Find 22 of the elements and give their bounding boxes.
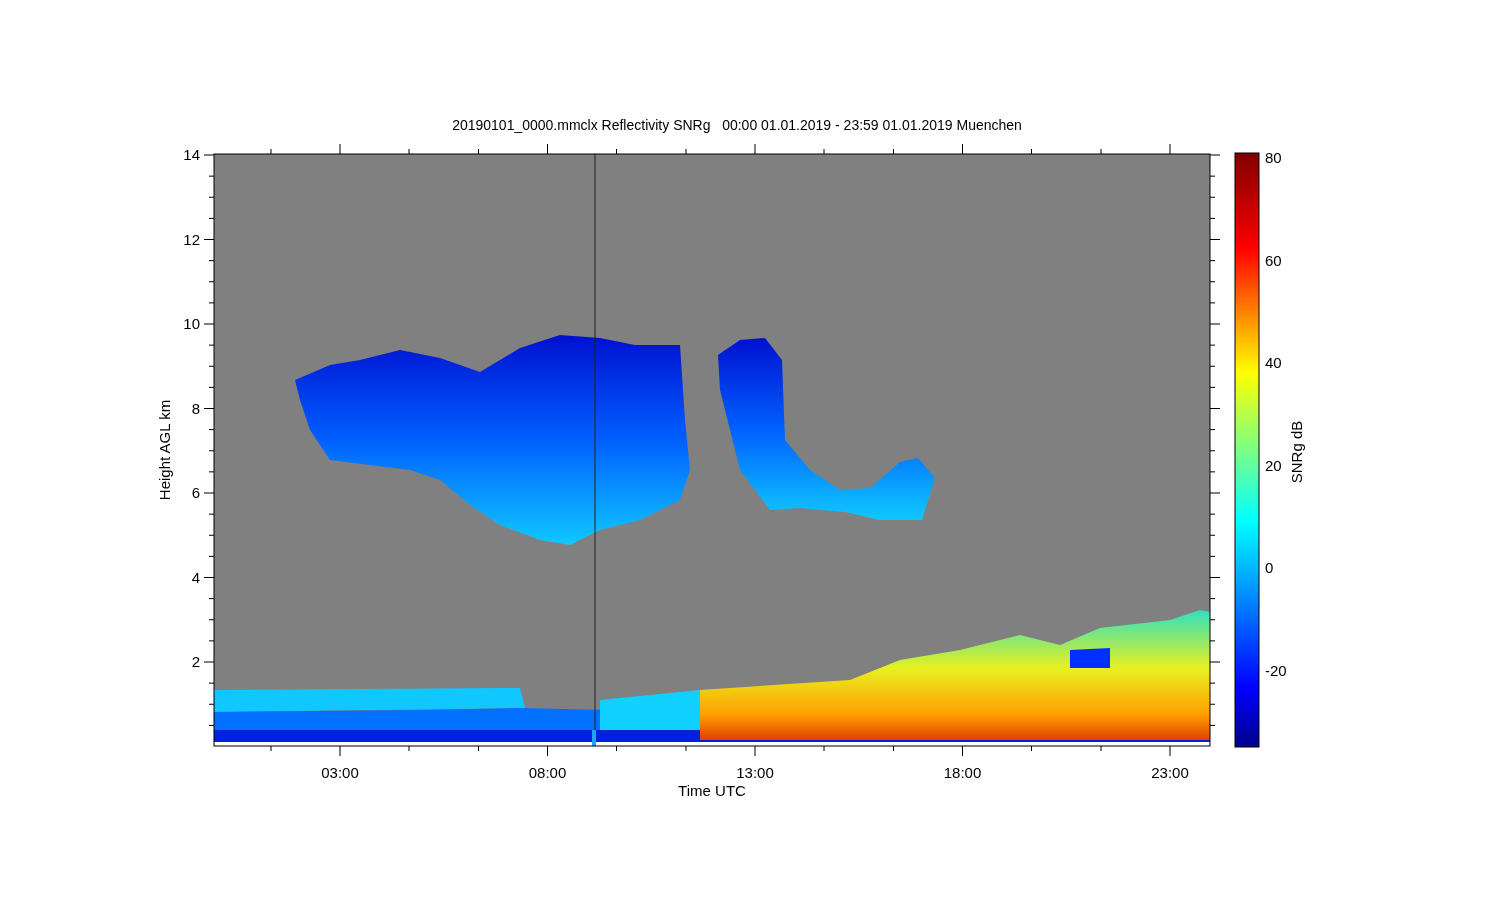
x-tick-label: 03:00	[321, 764, 359, 781]
y-tick-label: 8	[191, 399, 200, 417]
y-tick-label: 14	[183, 146, 200, 163]
colorbar-tick-label: 40	[1265, 354, 1282, 372]
y-tick-label: 12	[183, 230, 200, 248]
chart-title: 20190101_0000.mmclx Reflectivity SNRg 00:00 01.01.2019 - 23:59 01.01.2019 Muenchen	[452, 117, 1022, 133]
x-axis-label: Time UTC	[678, 782, 746, 799]
colorbar-tick-label: 60	[1265, 251, 1282, 269]
colorbar-tick-label: 20	[1265, 456, 1282, 474]
colorbar-tick-label: 0	[1265, 559, 1274, 577]
colorbar-label: SNRg dB	[1288, 420, 1305, 484]
x-tick-label: 23:00	[1151, 764, 1189, 781]
y-axis-label: Height AGL km	[156, 399, 173, 501]
y-tick-label: 6	[191, 484, 200, 501]
y-tick-label: 2	[191, 653, 200, 670]
y-tick-label: 4	[191, 568, 200, 586]
y-tick-label: 10	[183, 315, 200, 332]
x-tick-label: 18:00	[943, 764, 982, 781]
colorbar-tick-label: 80	[1265, 149, 1282, 166]
x-tick-label: 13:00	[736, 764, 774, 781]
colorbar-tick-label: -20	[1265, 662, 1287, 679]
x-tick-label: 08:00	[528, 764, 567, 781]
